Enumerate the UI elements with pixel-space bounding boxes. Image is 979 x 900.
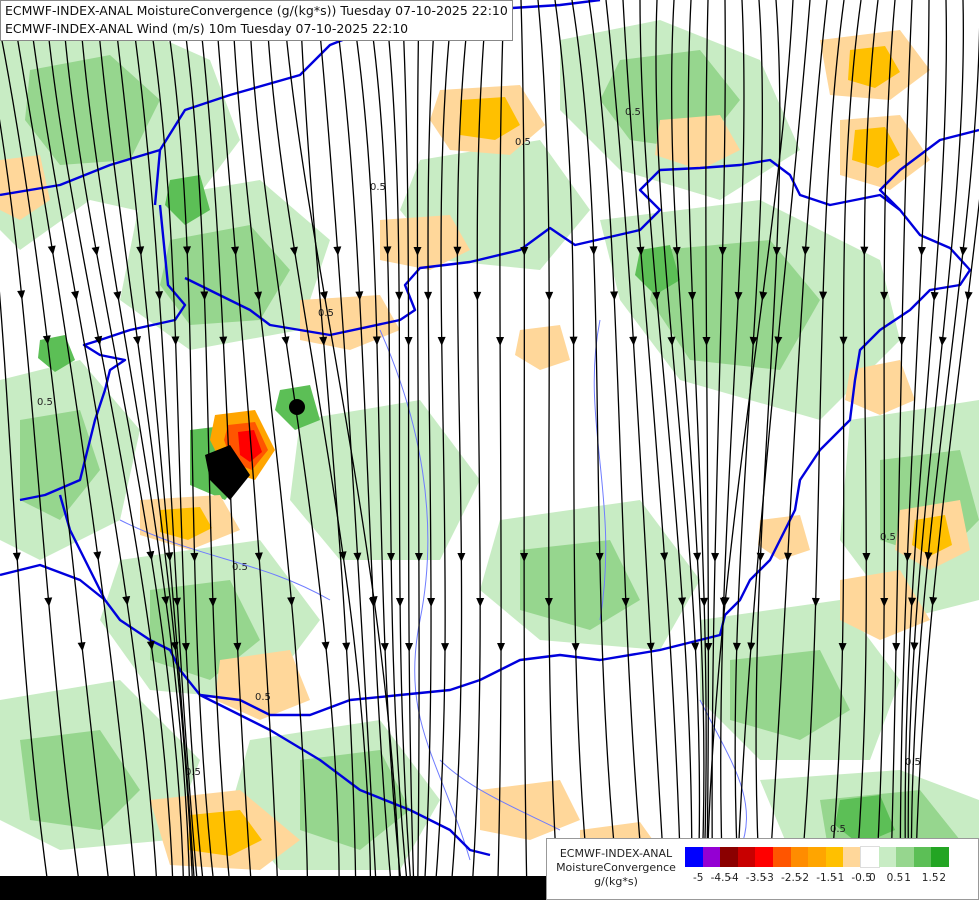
contour-label: 0.5 [625, 107, 641, 118]
legend-swatch [931, 847, 949, 867]
title-wind: ECMWF-INDEX-ANAL Wind (m/s) 10m Tuesday … [5, 21, 409, 36]
legend-tick: 0.5 [886, 872, 904, 884]
legend-parameter: MoistureConvergence [556, 861, 676, 874]
weather-map: 0.5 0.5 0.5 0.5 0.5 0.5 0.5 0.5 0.5 0.5 … [0, 0, 979, 900]
legend-unit: g/(kg*s) [594, 875, 638, 888]
legend-swatch [859, 846, 880, 868]
legend-swatch [843, 847, 861, 867]
legend-tick: 1 [904, 872, 911, 884]
legend-tick: -4 [728, 872, 739, 884]
legend-tick: -1 [833, 872, 845, 884]
contour-label: 0.5 [37, 397, 53, 408]
legend-swatch [772, 847, 791, 867]
legend-swatch [913, 847, 932, 867]
legend-swatch [825, 847, 844, 867]
legend-swatch [755, 847, 773, 867]
legend-model: ECMWF-INDEX-ANAL [559, 847, 673, 860]
contour-label: 0.5 [370, 182, 386, 193]
legend-swatch [790, 847, 809, 867]
legend-title: ECMWF-INDEX-ANAL MoistureConvergence g/(… [551, 847, 681, 889]
map-title-box: ECMWF-INDEX-ANAL MoistureConvergence (g/… [0, 0, 513, 41]
legend-tick: -5 [693, 872, 704, 884]
legend-swatch [808, 847, 826, 867]
legend-swatch [685, 847, 703, 867]
legend-swatches [685, 846, 949, 868]
legend-swatch [702, 847, 721, 867]
legend-swatch [878, 847, 897, 867]
legend-swatch [720, 847, 738, 867]
legend-tick: -3 [763, 872, 774, 884]
legend-swatch [896, 847, 914, 867]
legend-tick: 0 [869, 872, 876, 884]
legend-tick: -2 [798, 872, 810, 884]
legend-swatch [737, 847, 756, 867]
contour-label: 0.5 [880, 532, 896, 543]
legend-tick: 2 [939, 872, 947, 884]
title-moisture-convergence: ECMWF-INDEX-ANAL MoistureConvergence (g/… [5, 3, 508, 18]
contour-label: 0.5 [830, 824, 846, 835]
color-legend: ECMWF-INDEX-ANAL MoistureConvergence g/(… [546, 838, 979, 900]
legend-tick: 1.5 [921, 872, 939, 884]
